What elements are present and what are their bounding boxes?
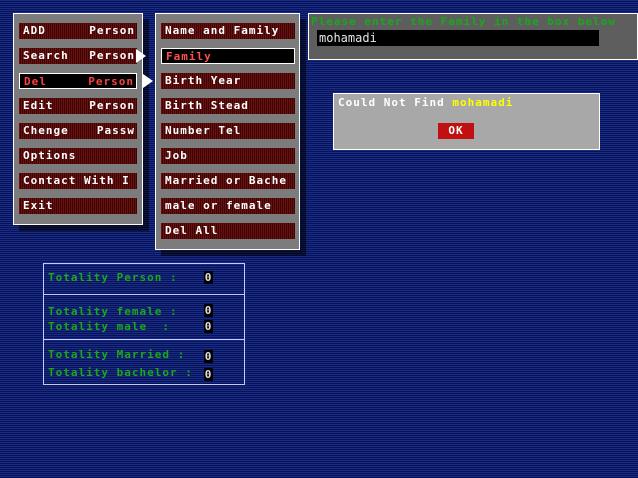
totality-person-value: 0: [204, 271, 213, 284]
menu-item-sublabel: Person: [89, 24, 135, 37]
menu-item-label: Del: [24, 75, 47, 88]
menu-add-person[interactable]: ADD Person: [19, 23, 137, 39]
divider: [44, 339, 244, 340]
totality-male-value: 0: [204, 320, 213, 333]
menu-item-label: Chenge: [23, 124, 69, 137]
input-panel: Please enter the Family in the box below…: [308, 13, 638, 60]
menu-item-sublabel: Person: [88, 75, 134, 88]
totality-person-label: Totality Person :: [48, 271, 178, 284]
dialog-name: mohamadi: [452, 96, 514, 109]
menu-del-person[interactable]: Del Person: [19, 73, 137, 89]
submenu-male-or-female[interactable]: male or female: [161, 198, 295, 214]
submenu-job[interactable]: Job: [161, 148, 295, 164]
totality-female-value: 0: [204, 304, 213, 317]
submenu-birth-year[interactable]: Birth Year: [161, 73, 295, 89]
totality-married-value: 0: [204, 350, 213, 363]
main-menu-panel: ADD Person Search Person Del Person Edit…: [13, 13, 143, 225]
dialog-message: Could Not Find mohamadi: [338, 96, 513, 109]
totality-female-label: Totality female :: [48, 305, 178, 318]
menu-item-label: Contact With I: [23, 174, 130, 187]
menu-contact[interactable]: Contact With I: [19, 173, 137, 189]
menu-item-label: Options: [23, 149, 77, 162]
menu-search-person[interactable]: Search Person: [19, 48, 137, 64]
delete-by-menu-panel: Name and Family Family Birth Year Birth …: [155, 13, 300, 250]
menu-edit-person[interactable]: Edit Person: [19, 98, 137, 114]
menu-change-password[interactable]: Chenge Passw: [19, 123, 137, 139]
not-found-dialog: Could Not Find mohamadi OK: [333, 93, 600, 150]
totals-panel: Totality Person : 0 Totality female : 0 …: [43, 263, 245, 385]
input-prompt: Please enter the Family in the box below: [311, 15, 616, 28]
ok-button[interactable]: OK: [438, 123, 474, 139]
menu-options[interactable]: Options: [19, 148, 137, 164]
family-input-value: mohamadi: [319, 31, 377, 45]
totality-bachelor-label: Totality bachelor :: [48, 366, 193, 379]
submenu-birth-stead[interactable]: Birth Stead: [161, 98, 295, 114]
totality-bachelor-value: 0: [204, 368, 213, 381]
menu-exit[interactable]: Exit: [19, 198, 137, 214]
submenu-arrow-icon: [136, 49, 146, 63]
dialog-message-text: Could Not Find: [338, 96, 445, 109]
menu-item-sublabel: Passw: [96, 124, 135, 137]
menu-item-label: ADD: [23, 24, 46, 37]
menu-item-label: Edit: [23, 99, 54, 112]
menu-item-sublabel: Person: [89, 99, 135, 112]
submenu-married-or-bachelor[interactable]: Married or Bache: [161, 173, 295, 189]
submenu-name-and-family[interactable]: Name and Family: [161, 23, 295, 39]
submenu-number-tel[interactable]: Number Tel: [161, 123, 295, 139]
submenu-del-all[interactable]: Del All: [161, 223, 295, 239]
divider: [44, 294, 244, 295]
totality-married-label: Totality Married :: [48, 348, 186, 361]
submenu-arrow-icon: [143, 74, 153, 88]
menu-item-label: Exit: [23, 199, 54, 212]
menu-item-label: Search: [23, 49, 69, 62]
family-input[interactable]: mohamadi: [317, 30, 599, 46]
totality-male-label: Totality male :: [48, 320, 170, 333]
submenu-family[interactable]: Family: [161, 48, 295, 64]
menu-item-sublabel: Person: [89, 49, 135, 62]
